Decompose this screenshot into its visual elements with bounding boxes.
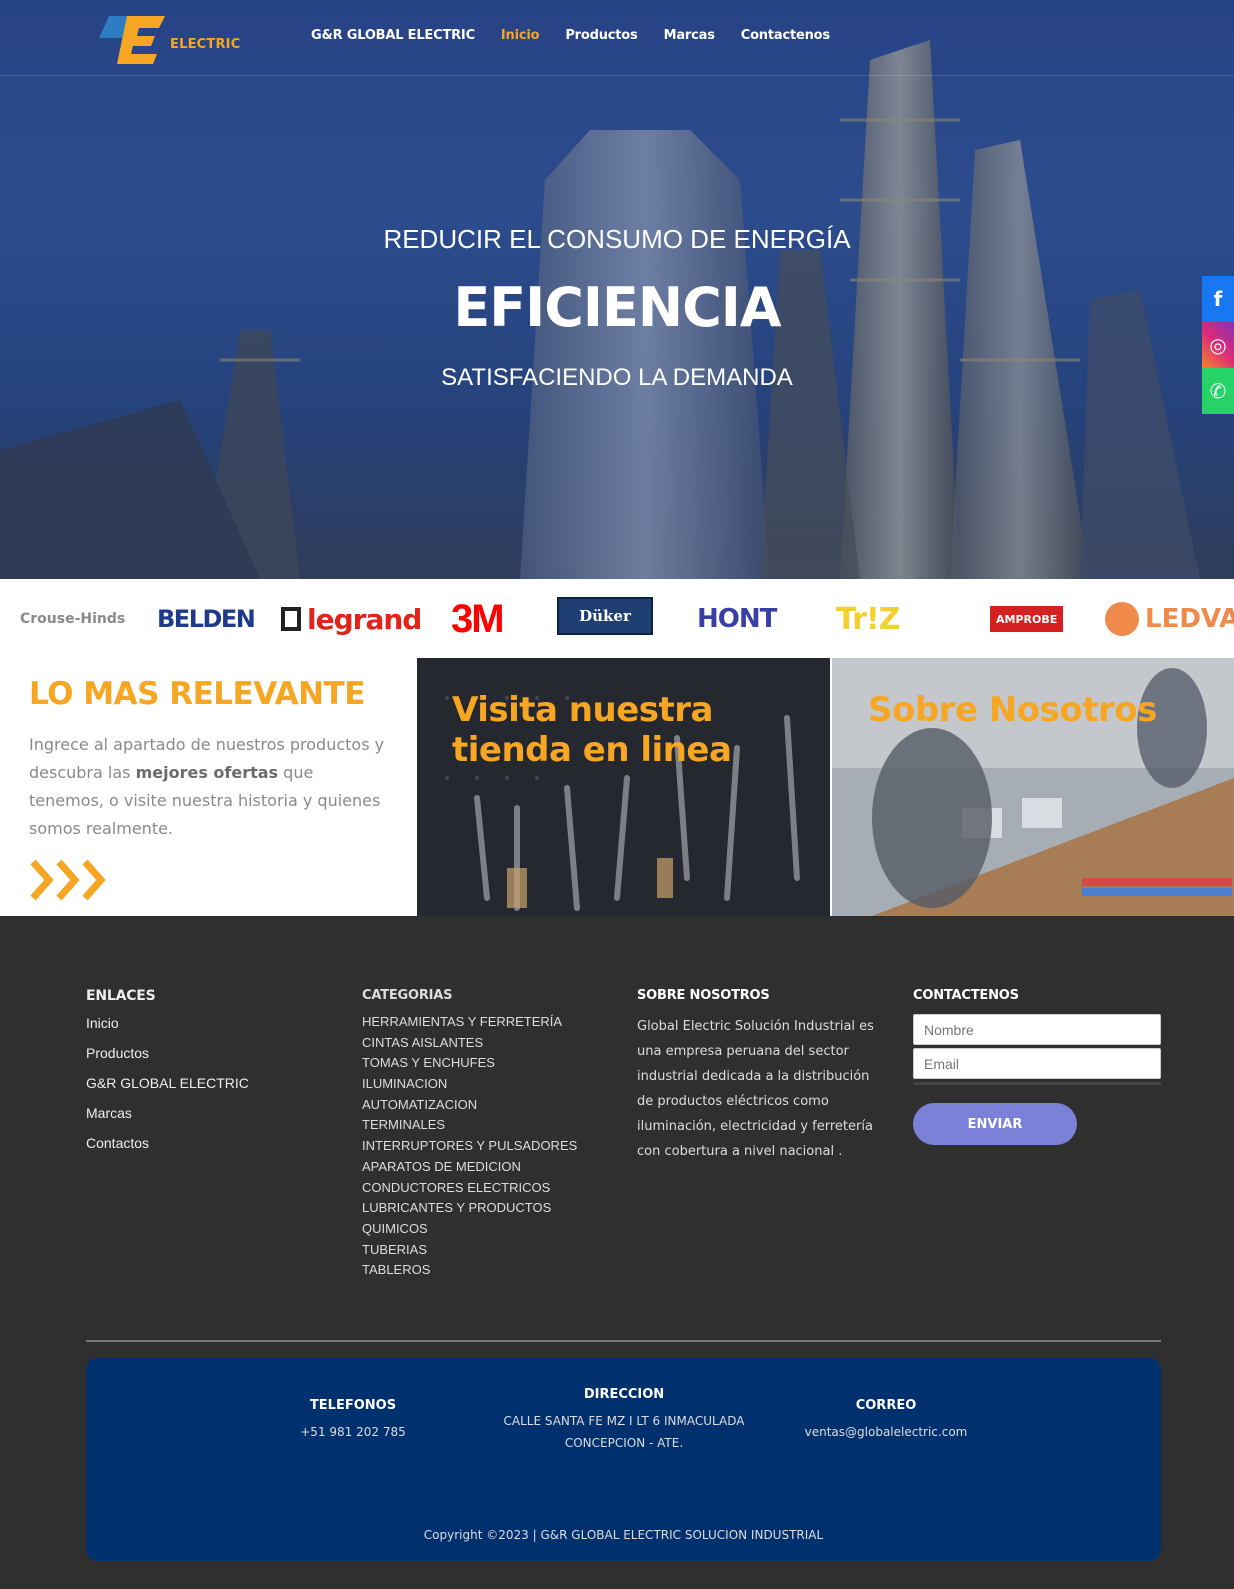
category-item[interactable]: TABLEROS — [362, 1262, 577, 1283]
footer-about-text: Global Electric Solución Industrial es u… — [637, 1019, 874, 1159]
category-item[interactable]: INTERRUPTORES Y PULSADORES — [362, 1138, 577, 1159]
category-item[interactable]: TERMINALES — [362, 1117, 577, 1138]
phone-number[interactable]: +51 981 202 785 — [288, 1421, 418, 1443]
category-item[interactable]: CINTAS AISLANTES — [362, 1035, 577, 1056]
instagram-icon[interactable]: ◎ — [1202, 322, 1234, 368]
email-heading: CORREO — [855, 1398, 917, 1413]
brand-logo-triz[interactable]: Tr!Z — [836, 599, 900, 639]
logo-mark-icon — [99, 16, 165, 64]
legrand-mark-icon — [281, 607, 301, 631]
category-item[interactable]: ILUMINACION — [362, 1076, 577, 1097]
category-item[interactable]: TUBERIAS — [362, 1242, 577, 1263]
brand-logo-belden[interactable]: BELDEN — [157, 599, 256, 639]
footer-link-inicio[interactable]: Inicio — [86, 1015, 249, 1045]
footer-link-marcas[interactable]: Marcas — [86, 1105, 249, 1135]
footer-links: ENLACES Inicio Productos G&R GLOBAL ELEC… — [86, 988, 249, 1165]
address-line-2: CONCEPCION - ATE. — [564, 1436, 684, 1450]
company-logo[interactable]: ELECTRIC — [93, 10, 240, 66]
contact-info-box: TELEFONOS +51 981 202 785 DIRECCION CALL… — [86, 1358, 1161, 1561]
category-item[interactable]: AUTOMATIZACION — [362, 1097, 577, 1118]
address-line-1: CALLE SANTA FE MZ I LT 6 INMACULADA — [503, 1414, 745, 1428]
brand-logo-amprobe-text: AMPROBE — [996, 612, 1058, 626]
address-heading: DIRECCION — [583, 1387, 665, 1402]
phones-block: TELEFONOS +51 981 202 785 — [288, 1398, 418, 1443]
footer-links-heading: ENLACES — [86, 988, 156, 1004]
ledvance-circle-icon — [1105, 602, 1139, 636]
brand-logo-duker-text: Düker — [579, 607, 631, 625]
category-item[interactable]: QUIMICOS — [362, 1221, 577, 1242]
footer-categories: CATEGORIAS HERRAMIENTAS Y FERRETERÍA CIN… — [362, 988, 577, 1283]
phones-heading: TELEFONOS — [309, 1398, 397, 1413]
footer-categories-heading: CATEGORIAS — [362, 988, 453, 1003]
brand-logo-ledvance-text: LEDVANC — [1145, 604, 1234, 634]
main-menu: G&R GLOBAL ELECTRIC Inicio Productos Mar… — [311, 28, 830, 43]
nav-item-contactenos[interactable]: Contactenos — [741, 28, 830, 43]
nav-item-inicio[interactable]: Inicio — [501, 28, 540, 43]
category-item[interactable]: CONDUCTORES ELECTRICOS — [362, 1180, 577, 1201]
nav-item-company[interactable]: G&R GLOBAL ELECTRIC — [311, 28, 475, 43]
nav-item-productos[interactable]: Productos — [565, 28, 637, 43]
promo-body-highlight: mejores ofertas — [135, 763, 279, 782]
hero-subtitle-bottom: SATISFACIENDO LA DEMANDA — [441, 364, 793, 391]
send-button[interactable]: ENVIAR — [913, 1103, 1077, 1145]
hero-subtitle-top: REDUCIR EL CONSUMO DE ENERGÍA — [383, 224, 851, 254]
footer-contact-heading: CONTACTENOS — [913, 988, 1019, 1003]
email-address[interactable]: ventas@globalelectric.com — [786, 1421, 986, 1443]
brand-logo-amprobe[interactable]: AMPROBE — [990, 606, 1064, 632]
email-block: CORREO ventas@globalelectric.com — [786, 1398, 986, 1443]
logo-text: ELECTRIC — [170, 37, 241, 52]
promo-intro: LO MAS RELEVANTE Ingrece al apartado de … — [0, 658, 417, 916]
top-navigation: ELECTRIC G&R GLOBAL ELECTRIC Inicio Prod… — [0, 0, 1234, 76]
name-field[interactable] — [913, 1014, 1161, 1045]
hero-title: EFICIENCIA — [453, 276, 781, 339]
brand-logo-3m[interactable]: 3M — [451, 597, 505, 641]
chevrons-right-icon[interactable] — [29, 858, 109, 902]
brand-logo-duker[interactable]: Düker — [557, 597, 653, 635]
footer-link-productos[interactable]: Productos — [86, 1045, 249, 1075]
copyright-text: Copyright ©2023 | G&R GLOBAL ELECTRIC SO… — [423, 1528, 824, 1542]
footer-divider — [86, 1340, 1161, 1342]
footer-contact-form: CONTACTENOS ENVIAR — [913, 988, 1161, 1145]
about-tile-title: Sobre Nosotros — [868, 690, 1157, 730]
category-item[interactable]: APARATOS DE MEDICION — [362, 1159, 577, 1180]
facebook-icon[interactable]: f — [1202, 276, 1234, 322]
promo-section: LO MAS RELEVANTE Ingrece al apartado de … — [0, 658, 1234, 916]
footer: ENLACES Inicio Productos G&R GLOBAL ELEC… — [0, 916, 1234, 1589]
footer-about: SOBRE NOSOTROS Global Electric Solución … — [637, 988, 877, 1164]
category-item[interactable]: LUBRICANTES Y PRODUCTOS — [362, 1200, 577, 1221]
brand-logo-ledvance[interactable]: LEDVANC — [1105, 599, 1234, 639]
about-tile[interactable]: Sobre Nosotros — [832, 658, 1234, 916]
brand-logo-hont[interactable]: HONT — [697, 599, 777, 639]
promo-description: Ingrece al apartado de nuestros producto… — [29, 731, 389, 843]
brand-carousel: Crouse-Hinds BELDEN legrand 3M Düker HON… — [0, 579, 1234, 658]
hero-section: ELECTRIC G&R GLOBAL ELECTRIC Inicio Prod… — [0, 0, 1234, 579]
email-field[interactable] — [913, 1048, 1161, 1079]
footer-link-contactos[interactable]: Contactos — [86, 1135, 249, 1165]
brand-logo-crouse-hinds[interactable]: Crouse-Hinds — [20, 599, 125, 639]
promo-title: LO MAS RELEVANTE — [29, 676, 365, 712]
category-item[interactable]: HERRAMIENTAS Y FERRETERÍA — [362, 1014, 577, 1035]
form-divider — [913, 1082, 1161, 1085]
footer-about-heading: SOBRE NOSOTROS — [637, 988, 770, 1003]
store-tile[interactable]: Visita nuestra tienda en linea — [417, 658, 830, 916]
category-item[interactable]: TOMAS Y ENCHUFES — [362, 1055, 577, 1076]
footer-link-company[interactable]: G&R GLOBAL ELECTRIC — [86, 1075, 249, 1105]
brand-logo-legrand[interactable]: legrand — [281, 599, 422, 639]
store-tile-title: Visita nuestra tienda en linea — [452, 690, 732, 770]
brand-logo-legrand-text: legrand — [307, 602, 422, 636]
address-block: DIRECCION CALLE SANTA FE MZ I LT 6 INMAC… — [486, 1387, 762, 1454]
nav-item-marcas[interactable]: Marcas — [664, 28, 715, 43]
whatsapp-icon[interactable]: ✆ — [1202, 368, 1234, 414]
